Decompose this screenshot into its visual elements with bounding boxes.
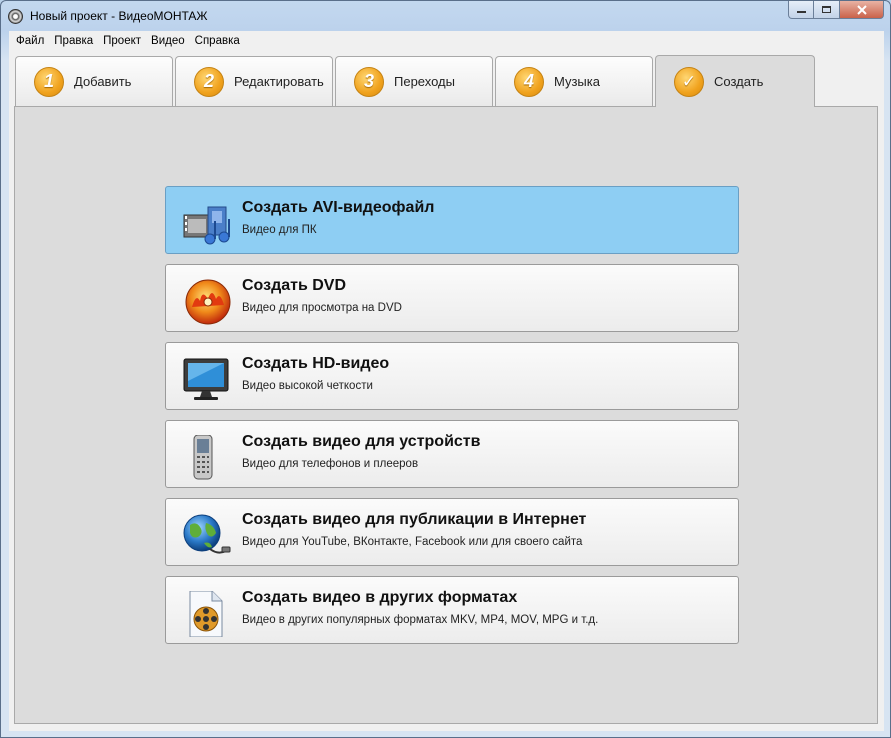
tab-add[interactable]: 1 Добавить [15, 56, 173, 106]
option-subtitle: Видео для YouTube, ВКонтакте, Facebook и… [242, 536, 583, 548]
tab-edit[interactable]: 2 Редактировать [175, 56, 333, 106]
app-window: Новый проект - ВидеоМОНТАЖ Файл Правка П… [0, 0, 891, 738]
option-subtitle: Видео в других популярных форматах MKV, … [242, 614, 599, 626]
tab-label: Редактировать [234, 74, 324, 89]
close-button[interactable] [840, 1, 884, 19]
minimize-icon [796, 11, 806, 13]
option-subtitle: Видео для просмотра на DVD [242, 302, 402, 314]
tab-label: Музыка [554, 74, 600, 89]
globe-icon [183, 514, 231, 554]
create-other-formats-button[interactable]: Создать видео в других форматах Видео в … [165, 576, 739, 644]
close-icon [856, 4, 867, 15]
option-title: Создать HD-видео [242, 355, 390, 372]
option-title: Создать DVD [242, 277, 347, 294]
video-file-icon [189, 591, 223, 637]
menu-project[interactable]: Проект [98, 31, 146, 51]
menu-help[interactable]: Справка [190, 31, 245, 51]
option-title: Создать AVI-видеофайл [242, 199, 435, 216]
tab-create[interactable]: ✓ Создать [655, 55, 815, 107]
menu-edit[interactable]: Правка [49, 31, 98, 51]
tab-label: Переходы [394, 74, 455, 89]
maximize-icon [822, 6, 831, 13]
create-panel: Создать AVI-видеофайл Видео для ПК Созда… [14, 106, 878, 724]
checkmark-badge-icon: ✓ [674, 66, 704, 97]
option-subtitle: Видео высокой четкости [242, 380, 373, 392]
window-title: Новый проект - ВидеоМОНТАЖ [30, 9, 208, 23]
tab-label: Создать [714, 74, 764, 89]
app-icon[interactable] [8, 9, 23, 24]
tab-label: Добавить [74, 74, 132, 89]
step-tabs: 1 Добавить 2 Редактировать 3 Переходы 4 … [9, 55, 884, 107]
create-internet-button[interactable]: Создать видео для публикации в Интернет … [165, 498, 739, 566]
film-music-icon [183, 206, 230, 245]
create-hd-button[interactable]: Создать HD-видео Видео высокой четкости [165, 342, 739, 410]
title-bar[interactable]: Новый проект - ВидеоМОНТАЖ [1, 1, 890, 31]
option-title: Создать видео для устройств [242, 433, 481, 450]
option-title: Создать видео для публикации в Интернет [242, 511, 587, 528]
maximize-button[interactable] [814, 1, 840, 19]
option-title: Создать видео в других форматах [242, 589, 518, 606]
menu-video[interactable]: Видео [146, 31, 190, 51]
step-1-badge-icon: 1 [34, 66, 64, 97]
tab-music[interactable]: 4 Музыка [495, 56, 653, 106]
menu-bar: Файл Правка Проект Видео Справка [9, 31, 884, 51]
create-dvd-button[interactable]: Создать DVD Видео для просмотра на DVD [165, 264, 739, 332]
create-avi-button[interactable]: Создать AVI-видеофайл Видео для ПК [165, 186, 739, 254]
create-device-button[interactable]: Создать видео для устройств Видео для те… [165, 420, 739, 488]
option-subtitle: Видео для ПК [242, 224, 317, 236]
option-subtitle: Видео для телефонов и плееров [242, 458, 419, 470]
menu-file[interactable]: Файл [11, 31, 49, 51]
step-4-badge-icon: 4 [514, 66, 544, 97]
step-2-badge-icon: 2 [194, 66, 224, 97]
mobile-phone-icon [193, 435, 213, 480]
minimize-button[interactable] [788, 1, 814, 19]
client-area: Файл Правка Проект Видео Справка 1 Добав… [9, 31, 884, 731]
dvd-disc-icon [185, 279, 231, 325]
hd-monitor-icon [183, 358, 229, 400]
caption-buttons [788, 1, 884, 19]
step-3-badge-icon: 3 [354, 66, 384, 97]
tab-transitions[interactable]: 3 Переходы [335, 56, 493, 106]
